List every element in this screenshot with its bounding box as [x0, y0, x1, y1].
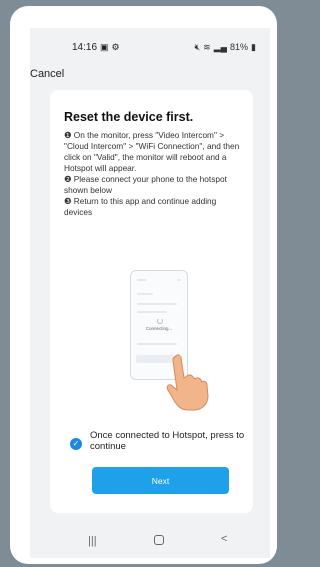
- next-button[interactable]: Next: [92, 467, 229, 494]
- wifi-icon: ≋: [203, 42, 211, 52]
- battery-percent: 81%: [230, 42, 249, 52]
- back-button[interactable]: <: [221, 533, 227, 545]
- step-1: ❶ On the monitor, press "Video Intercom"…: [64, 130, 240, 173]
- photo-icon: ▣: [100, 42, 109, 52]
- connecting-text: Connecting...: [145, 326, 173, 331]
- instructions: ❶ On the monitor, press "Video Intercom"…: [64, 130, 244, 218]
- app-screen: 14:16 ▣ ⚙ 🔇︎ ≋ ▂▄ 81% ▮ Cancel Reset the…: [30, 28, 270, 558]
- system-nav-bar: ||| <: [30, 533, 270, 553]
- phone-frame: 14:16 ▣ ⚙ 🔇︎ ≋ ▂▄ 81% ▮ Cancel Reset the…: [10, 6, 277, 564]
- step-2: ❷ Please connect your phone to the hotsp…: [64, 174, 227, 195]
- instruction-card: Reset the device first. ❶ On the monitor…: [50, 90, 253, 513]
- signal-icon: ▂▄: [213, 42, 228, 52]
- hand-icon: [166, 354, 209, 411]
- recent-apps-button[interactable]: |||: [88, 535, 97, 547]
- status-right-icons: 🔇︎ ≋ ▂▄ 81% ▮: [195, 42, 257, 52]
- status-left-icons: ▣ ⚙: [100, 42, 120, 52]
- status-bar: 14:16 ▣ ⚙ 🔇︎ ≋ ▂▄ 81% ▮: [30, 42, 270, 56]
- status-time: 14:16: [72, 42, 98, 53]
- cancel-button[interactable]: Cancel: [30, 68, 64, 80]
- battery-icon: ▮: [251, 42, 256, 52]
- settings-icon: ⚙: [111, 42, 120, 52]
- hotspot-confirm-label[interactable]: Once connected to Hotspot, press to cont…: [90, 430, 260, 452]
- mute-icon: 🔇︎: [194, 42, 201, 52]
- hotspot-illustration: Connecting...: [110, 270, 220, 415]
- page-title: Reset the device first.: [64, 110, 194, 124]
- home-button[interactable]: [154, 535, 164, 545]
- step-3: ❸ Return to this app and continue adding…: [64, 196, 217, 217]
- checkbox-checked-icon[interactable]: ✓: [70, 438, 82, 450]
